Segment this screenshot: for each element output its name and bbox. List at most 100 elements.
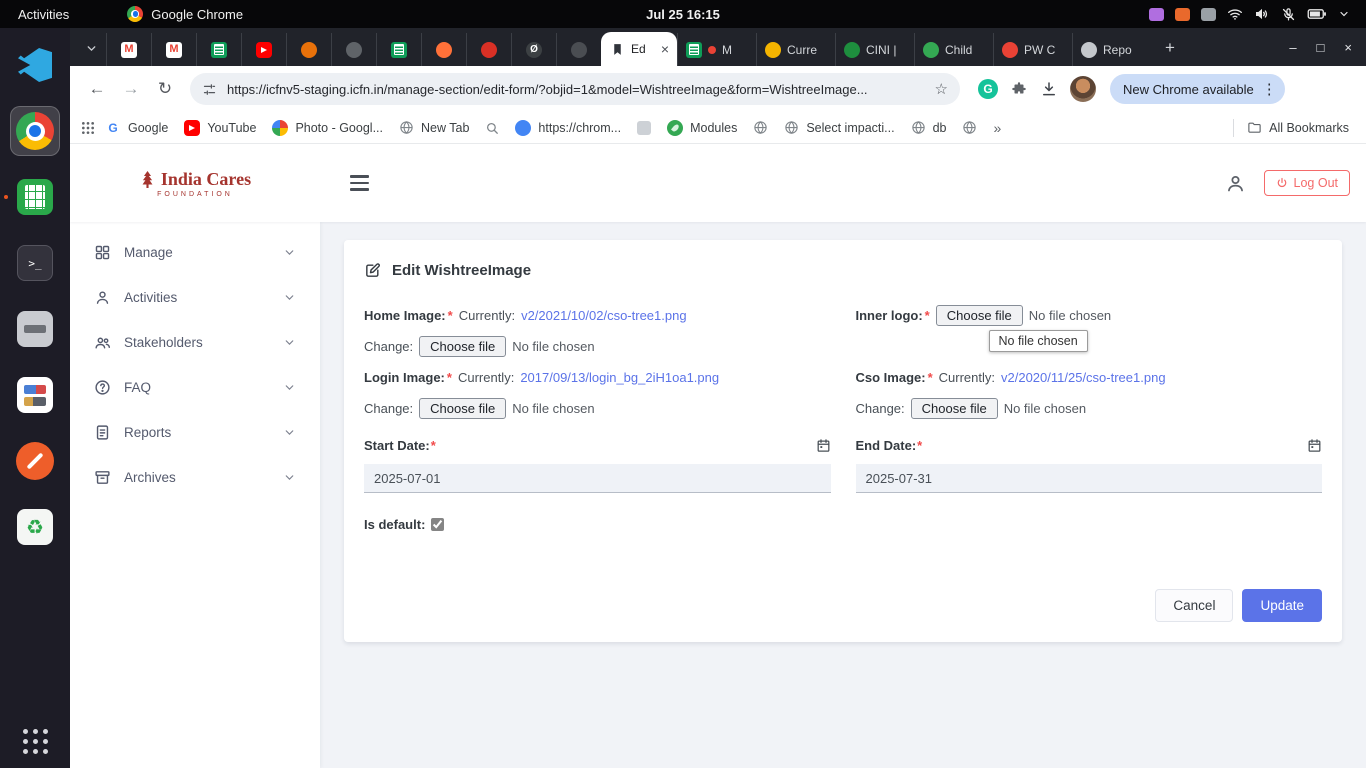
focused-app-indicator[interactable]: Google Chrome <box>127 6 243 22</box>
update-button[interactable]: Update <box>1242 589 1322 622</box>
bookmark-modules[interactable]: Modules <box>660 117 744 139</box>
battery-icon[interactable] <box>1307 7 1327 21</box>
window-indicator-icon[interactable] <box>1201 8 1216 21</box>
bookmarks-overflow-button[interactable]: » <box>986 117 1008 139</box>
microphone-muted-icon[interactable] <box>1281 7 1296 22</box>
home-image-current-link[interactable]: v2/2021/10/02/cso-tree1.png <box>521 308 687 323</box>
tab-youtube[interactable] <box>241 33 286 66</box>
tab-gmail-1[interactable]: M <box>106 33 151 66</box>
calendar-icon[interactable] <box>1307 438 1322 453</box>
dock-terminal-icon[interactable]: >_ <box>10 238 60 288</box>
site-header: India Cares FOUNDATION Log Out <box>70 144 1366 222</box>
tab-site-3[interactable] <box>421 33 466 66</box>
bookmark-globe-1[interactable] <box>746 117 775 138</box>
tab-meet[interactable]: M <box>677 33 756 66</box>
sidebar-item-archives[interactable]: Archives <box>70 455 320 500</box>
inner-logo-choose-file-button[interactable]: Choose file <box>936 305 1023 326</box>
forward-button[interactable]: → <box>116 74 146 104</box>
bookmark-pinned-icon[interactable] <box>630 118 658 138</box>
clock[interactable]: Jul 25 16:15 <box>646 7 720 22</box>
bookmark-select-impact[interactable]: Select impacti... <box>777 117 901 138</box>
downloads-icon[interactable] <box>1040 80 1058 98</box>
calendar-icon[interactable] <box>816 438 831 453</box>
tab-site-4[interactable] <box>466 33 511 66</box>
minimize-button[interactable]: – <box>1289 40 1296 55</box>
youtube-icon <box>184 120 200 136</box>
tab-site-1[interactable] <box>286 33 331 66</box>
tab-sheets-2[interactable] <box>376 33 421 66</box>
sidebar-item-faq[interactable]: FAQ <box>70 365 320 410</box>
tab-pw[interactable]: PW C <box>993 33 1072 66</box>
show-applications-button[interactable] <box>23 729 48 754</box>
home-image-choose-file-button[interactable]: Choose file <box>419 336 506 357</box>
reload-button[interactable]: ↻ <box>150 74 180 104</box>
wifi-icon[interactable] <box>1227 6 1243 22</box>
brand-logo[interactable]: India Cares FOUNDATION <box>139 169 251 198</box>
cancel-button[interactable]: Cancel <box>1155 589 1233 622</box>
sidebar-item-activities[interactable]: Activities <box>70 275 320 320</box>
screen-share-icon[interactable] <box>1149 8 1164 21</box>
bookmark-youtube[interactable]: YouTube <box>177 117 263 139</box>
browser-menu-icon[interactable]: ⋮ <box>1262 80 1277 98</box>
maximize-button[interactable]: □ <box>1317 40 1325 55</box>
cso-image-choose-file-button[interactable]: Choose file <box>911 398 998 419</box>
sidebar-item-reports[interactable]: Reports <box>70 410 320 455</box>
dock-libreoffice-calc-icon[interactable] <box>10 172 60 222</box>
extensions-puzzle-icon[interactable] <box>1010 80 1028 98</box>
dock-archive-manager-icon[interactable] <box>10 304 60 354</box>
is-default-checkbox[interactable] <box>431 518 444 531</box>
grammarly-icon[interactable]: G <box>978 79 998 99</box>
dock-backup-tool-icon[interactable]: ♻ <box>10 502 60 552</box>
user-icon[interactable] <box>1225 173 1246 194</box>
profile-avatar[interactable] <box>1070 76 1096 102</box>
login-image-current-link[interactable]: 2017/09/13/login_bg_2iH1oa1.png <box>520 370 719 385</box>
bookmark-chrome-link[interactable]: https://chrom... <box>508 117 628 139</box>
tab-gmail-2[interactable]: M <box>151 33 196 66</box>
login-image-choose-file-button[interactable]: Choose file <box>419 398 506 419</box>
tab-close-icon[interactable]: × <box>661 42 669 56</box>
tab-active-edit[interactable]: Ed × <box>601 32 677 66</box>
end-date-input[interactable] <box>856 464 1323 493</box>
tab-child[interactable]: Child <box>914 33 993 66</box>
bookmark-photos[interactable]: Photo - Googl... <box>265 117 390 139</box>
tab-site-6[interactable] <box>556 33 601 66</box>
bookmark-new-tab[interactable]: New Tab <box>392 117 476 138</box>
tab-curre[interactable]: Curre <box>756 33 835 66</box>
chevron-down-icon[interactable] <box>1338 8 1350 20</box>
logout-button[interactable]: Log Out <box>1264 170 1350 196</box>
update-chrome-chip[interactable]: New Chrome available ⋮ <box>1110 74 1285 104</box>
menu-toggle-button[interactable] <box>346 171 373 195</box>
bookmark-search-only[interactable] <box>478 118 506 138</box>
bookmark-globe-2[interactable] <box>955 117 984 138</box>
new-tab-button[interactable]: + <box>1157 35 1183 61</box>
back-button[interactable]: ← <box>82 74 112 104</box>
volume-icon[interactable] <box>1254 6 1270 22</box>
screencast-icon[interactable] <box>1175 8 1190 21</box>
apps-grid-icon[interactable] <box>80 120 96 136</box>
tab-site-5[interactable]: Ø <box>511 33 556 66</box>
start-date-input[interactable] <box>364 464 831 493</box>
dock-image-viewer-icon[interactable] <box>10 370 60 420</box>
all-bookmarks-button[interactable]: All Bookmarks <box>1220 116 1356 140</box>
cso-image-current-link[interactable]: v2/2020/11/25/cso-tree1.png <box>1001 370 1166 385</box>
tab-cini[interactable]: CINI | <box>835 33 914 66</box>
site-favicon <box>637 121 651 135</box>
close-window-button[interactable]: × <box>1344 40 1352 55</box>
bookmark-google[interactable]: GGoogle <box>98 117 175 139</box>
chevron-down-icon <box>283 336 296 349</box>
address-bar[interactable]: https://icfnv5-staging.icfn.in/manage-se… <box>190 73 960 105</box>
tab-sheets-1[interactable] <box>196 33 241 66</box>
bookmark-db[interactable]: db <box>904 117 954 138</box>
site-controls-icon[interactable] <box>202 82 217 97</box>
activities-button[interactable]: Activities <box>0 0 87 28</box>
url-text[interactable]: https://icfnv5-staging.icfn.in/manage-se… <box>227 82 925 97</box>
sidebar-item-stakeholders[interactable]: Stakeholders <box>70 320 320 365</box>
dock-screenshot-tool-icon[interactable] <box>10 436 60 486</box>
tab-repo[interactable]: Repo <box>1072 33 1151 66</box>
dock-chrome-icon[interactable] <box>10 106 60 156</box>
tab-search-button[interactable] <box>78 35 104 61</box>
dock-vscode-icon[interactable] <box>10 40 60 90</box>
tab-site-2[interactable] <box>331 33 376 66</box>
bookmark-star-icon[interactable]: ☆ <box>935 80 948 98</box>
sidebar-item-manage[interactable]: Manage <box>70 230 320 275</box>
